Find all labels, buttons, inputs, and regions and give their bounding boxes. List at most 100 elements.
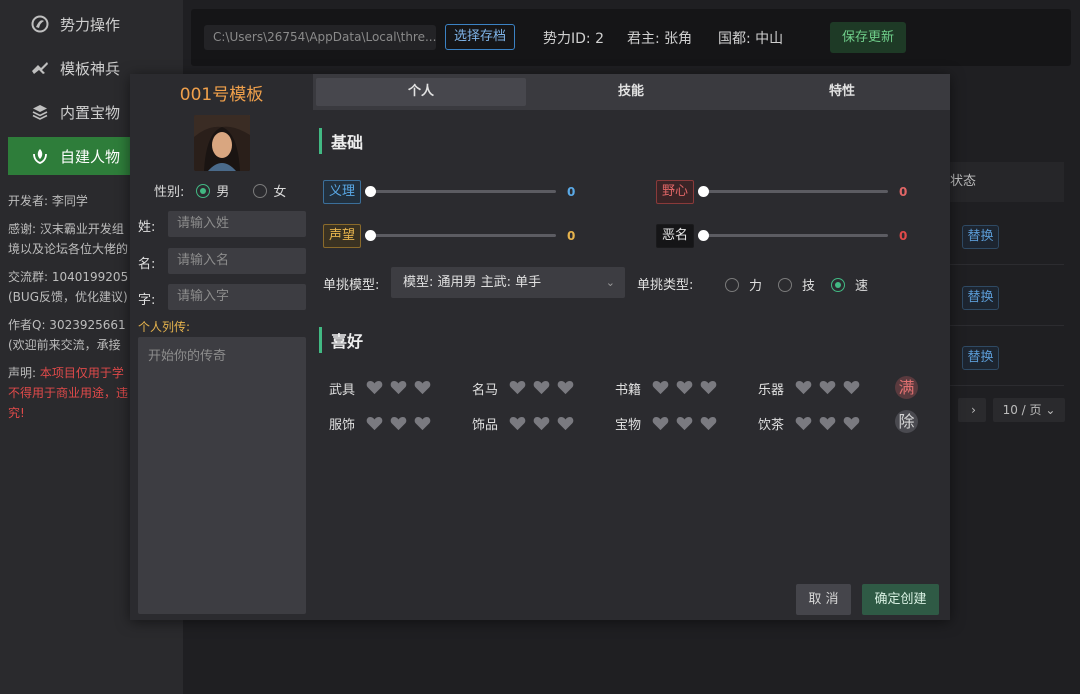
prestige-value: 0 bbox=[567, 229, 576, 243]
heart-icon[interactable] bbox=[509, 379, 526, 395]
lord-text: 君主: 张角 bbox=[627, 31, 693, 47]
prestige-slider-handle[interactable] bbox=[365, 230, 376, 241]
basic-section-title: 基础 bbox=[319, 128, 363, 154]
righteousness-tag: 义理 bbox=[323, 180, 362, 204]
heart-icon[interactable] bbox=[676, 379, 693, 395]
author-qq-text: 作者Q: 3023925661 bbox=[8, 318, 126, 332]
duel-type-speed[interactable]: 速 bbox=[831, 275, 868, 294]
heart-icon[interactable] bbox=[533, 415, 550, 431]
sidebar-item-label: 模板神兵 bbox=[60, 59, 121, 78]
clear-button[interactable]: 除 bbox=[895, 410, 918, 433]
heart-icon[interactable] bbox=[509, 415, 526, 431]
infamy-tag: 恶名 bbox=[656, 224, 695, 248]
hobby-label: 饮茶 bbox=[758, 418, 785, 433]
infamy-slider-handle[interactable] bbox=[698, 230, 709, 241]
given-name-input[interactable]: 请输入名 bbox=[168, 248, 306, 274]
statement-text-2: 不得用于商业用途，违 bbox=[8, 386, 129, 400]
heart-icon[interactable] bbox=[390, 379, 407, 395]
tab-skills[interactable]: 技能 bbox=[526, 78, 736, 106]
heart-icon[interactable] bbox=[366, 379, 383, 395]
hobby-hearts[interactable] bbox=[652, 379, 717, 395]
hobby-hearts[interactable] bbox=[509, 379, 574, 395]
ambition-slider-handle[interactable] bbox=[698, 186, 709, 197]
surname-input[interactable]: 请输入姓 bbox=[168, 211, 306, 237]
thanks-text-2: 境以及论坛各位大佬的 bbox=[8, 242, 129, 256]
heart-icon[interactable] bbox=[843, 379, 860, 395]
gender-female-radio[interactable] bbox=[253, 183, 268, 198]
duel-type-skill[interactable]: 技 bbox=[778, 275, 815, 294]
heart-icon[interactable] bbox=[843, 415, 860, 431]
prestige-tag: 声望 bbox=[323, 224, 362, 248]
select-save-button[interactable]: 选择存档 bbox=[445, 24, 515, 50]
hobby-hearts[interactable] bbox=[366, 415, 431, 431]
hobby-hearts[interactable] bbox=[795, 379, 860, 395]
heart-icon[interactable] bbox=[414, 379, 431, 395]
gender-field: 性别: 男 女 bbox=[154, 181, 286, 200]
confirm-create-button[interactable]: 确定创建 bbox=[862, 584, 939, 615]
ambition-value: 0 bbox=[899, 185, 908, 199]
heart-icon[interactable] bbox=[795, 379, 812, 395]
courtesy-name-input[interactable]: 请输入字 bbox=[168, 284, 306, 310]
duel-type-label: 单挑类型: bbox=[637, 278, 694, 293]
heart-icon[interactable] bbox=[557, 415, 574, 431]
duel-type-skill-radio[interactable] bbox=[778, 277, 792, 292]
tab-traits[interactable]: 特性 bbox=[737, 78, 947, 106]
avatar[interactable] bbox=[194, 115, 250, 171]
duel-type-power-radio[interactable] bbox=[725, 277, 739, 292]
hobby-label: 饰品 bbox=[472, 418, 499, 433]
gender-male-radio[interactable] bbox=[196, 183, 211, 198]
prestige-slider-track[interactable] bbox=[370, 234, 556, 237]
heart-icon[interactable] bbox=[700, 379, 717, 395]
duel-model-value: 模型: 通用男 主武: 单手 bbox=[403, 275, 542, 290]
duel-type-power[interactable]: 力 bbox=[725, 275, 762, 294]
hobby-hearts[interactable] bbox=[509, 415, 574, 431]
heart-icon[interactable] bbox=[676, 415, 693, 431]
heart-icon[interactable] bbox=[557, 379, 574, 395]
replace-button[interactable]: 替换 bbox=[962, 286, 999, 310]
heart-icon[interactable] bbox=[819, 415, 836, 431]
section-accent-bar bbox=[319, 327, 322, 353]
save-path-input[interactable]: C:\Users\26754\AppData\Local\thre... bbox=[204, 25, 436, 50]
hobby-hearts[interactable] bbox=[366, 379, 431, 395]
weapon-icon bbox=[30, 58, 50, 78]
table-row: 替换 bbox=[942, 266, 1064, 326]
page-size-select[interactable]: 10 / 页 ⌄ bbox=[993, 398, 1065, 422]
righteousness-slider-handle[interactable] bbox=[365, 186, 376, 197]
heart-icon[interactable] bbox=[652, 379, 669, 395]
sidebar-item-faction[interactable]: 势力操作 bbox=[8, 5, 178, 43]
sidebar-item-label: 自建人物 bbox=[60, 147, 121, 166]
ambition-tag: 野心 bbox=[656, 180, 695, 204]
statement-text: 声明: 本项目仅用于学 bbox=[8, 366, 124, 380]
hobby-hearts[interactable] bbox=[795, 415, 860, 431]
hobby-section-title: 喜好 bbox=[319, 327, 363, 353]
sidebar-item-label: 内置宝物 bbox=[60, 103, 121, 122]
heart-icon[interactable] bbox=[819, 379, 836, 395]
ambition-slider-track[interactable] bbox=[702, 190, 888, 193]
heart-icon[interactable] bbox=[366, 415, 383, 431]
duel-type-speed-radio[interactable] bbox=[831, 277, 845, 292]
table-row: 替换 bbox=[942, 326, 1064, 386]
infamy-slider-track[interactable] bbox=[702, 234, 888, 237]
cancel-button[interactable]: 取 消 bbox=[796, 584, 851, 615]
save-update-button[interactable]: 保存更新 bbox=[830, 22, 906, 53]
heart-icon[interactable] bbox=[533, 379, 550, 395]
character-icon bbox=[30, 146, 50, 166]
heart-icon[interactable] bbox=[700, 415, 717, 431]
duel-type-power-label: 力 bbox=[749, 279, 763, 294]
hobby-hearts[interactable] bbox=[652, 415, 717, 431]
heart-icon[interactable] bbox=[795, 415, 812, 431]
fill-all-button[interactable]: 满 bbox=[895, 376, 918, 399]
group-note-text: (BUG反馈，优化建议) bbox=[8, 290, 128, 304]
replace-button[interactable]: 替换 bbox=[962, 225, 999, 249]
pager-next-button[interactable]: › bbox=[961, 398, 986, 422]
heart-icon[interactable] bbox=[652, 415, 669, 431]
biography-textarea[interactable]: 开始你的传奇 bbox=[138, 337, 306, 614]
heart-icon[interactable] bbox=[414, 415, 431, 431]
section-title-text: 基础 bbox=[331, 133, 364, 152]
duel-model-select[interactable]: 模型: 通用男 主武: 单手 ⌄ bbox=[391, 267, 625, 298]
author-note-text: (欢迎前来交流，承接 bbox=[8, 338, 121, 352]
replace-button[interactable]: 替换 bbox=[962, 346, 999, 370]
righteousness-slider-track[interactable] bbox=[370, 190, 556, 193]
tab-personal[interactable]: 个人 bbox=[316, 78, 526, 106]
heart-icon[interactable] bbox=[390, 415, 407, 431]
